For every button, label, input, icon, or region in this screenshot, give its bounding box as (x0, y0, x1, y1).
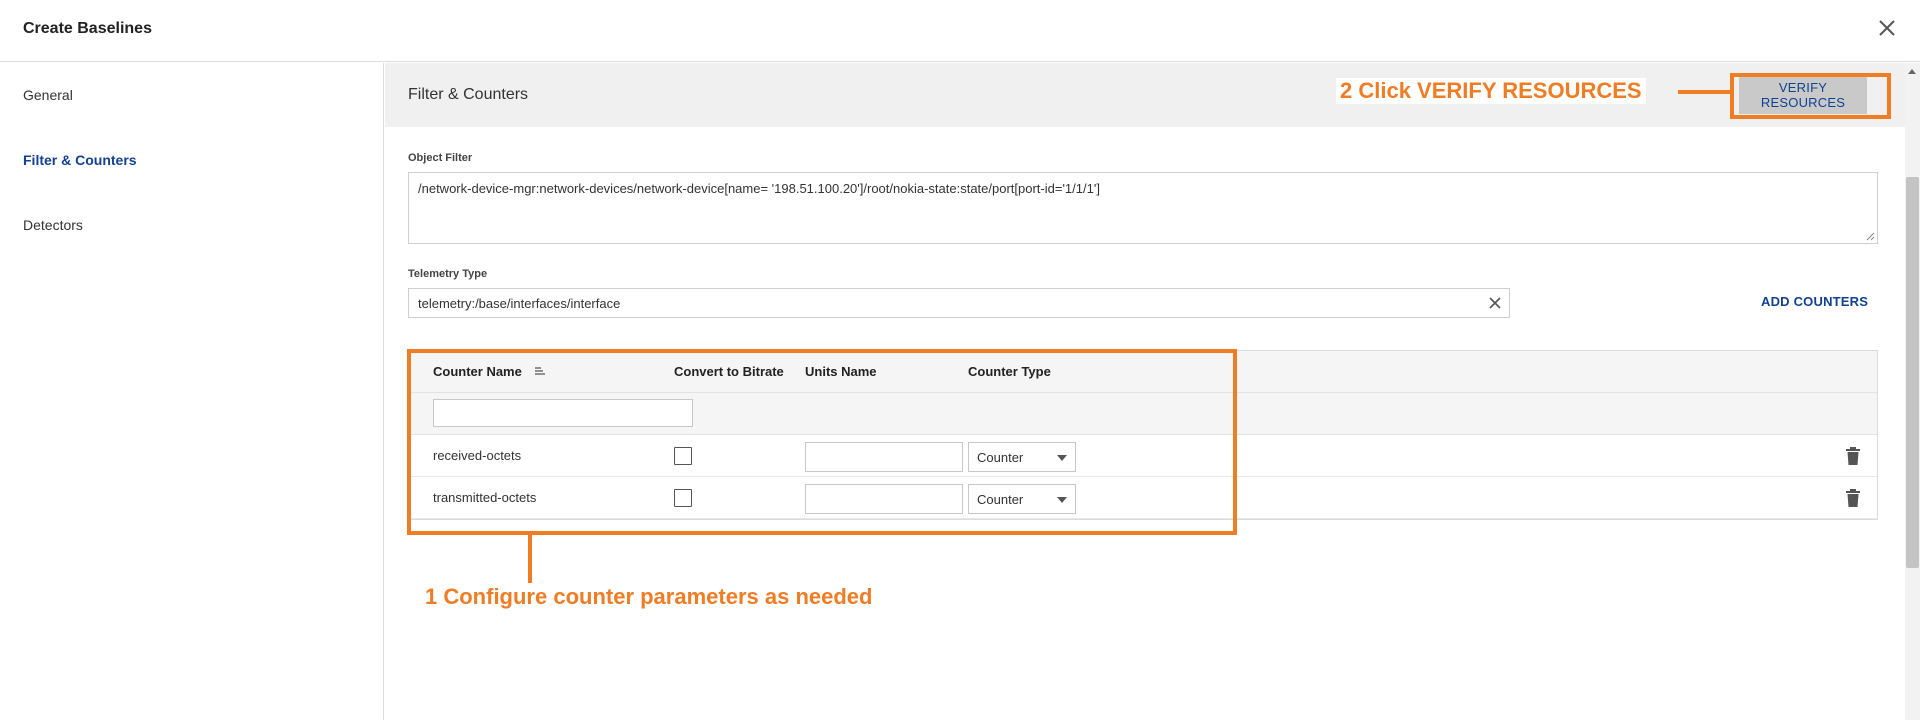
sidebar-item-detectors[interactable]: Detectors (23, 217, 83, 233)
section-header: Filter & Counters VERIFY RESOURCES (385, 63, 1905, 127)
resize-grip-icon[interactable] (1865, 231, 1875, 241)
object-filter-label: Object Filter (408, 152, 473, 164)
close-icon[interactable] (1874, 15, 1900, 41)
scrollbar-thumb[interactable] (1906, 177, 1919, 568)
trash-icon[interactable] (1845, 447, 1861, 465)
trash-icon[interactable] (1845, 489, 1861, 507)
annotation-line-step1 (528, 535, 532, 583)
annotation-box-counters (407, 349, 1237, 535)
annotation-line-step2 (1678, 90, 1730, 94)
add-counters-button[interactable]: ADD COUNTERS (1761, 294, 1868, 309)
object-filter-textarea[interactable]: /network-device-mgr:network-devices/netw… (408, 172, 1878, 244)
dialog-header: Create Baselines (0, 0, 1920, 62)
sidebar-item-general[interactable]: General (23, 87, 73, 103)
section-title: Filter & Counters (408, 86, 529, 103)
sidebar-item-filter-counters[interactable]: Filter & Counters (23, 152, 137, 168)
vertical-scrollbar[interactable] (1905, 63, 1920, 720)
telemetry-type-label: Telemetry Type (408, 268, 488, 280)
sidebar: General Filter & Counters Detectors (0, 63, 384, 720)
annotation-step2: 2 Click VERIFY RESOURCES (1336, 78, 1646, 104)
annotation-box-verify (1730, 73, 1891, 119)
telemetry-type-input[interactable]: telemetry:/base/interfaces/interface (408, 288, 1510, 318)
dialog-title: Create Baselines (23, 20, 152, 37)
clear-icon[interactable] (1487, 295, 1503, 311)
telemetry-type-value: telemetry:/base/interfaces/interface (418, 296, 621, 311)
scroll-up-icon[interactable] (1908, 69, 1916, 74)
object-filter-value: /network-device-mgr:network-devices/netw… (418, 181, 1100, 196)
annotation-step1: 1 Configure counter parameters as needed (425, 584, 873, 609)
